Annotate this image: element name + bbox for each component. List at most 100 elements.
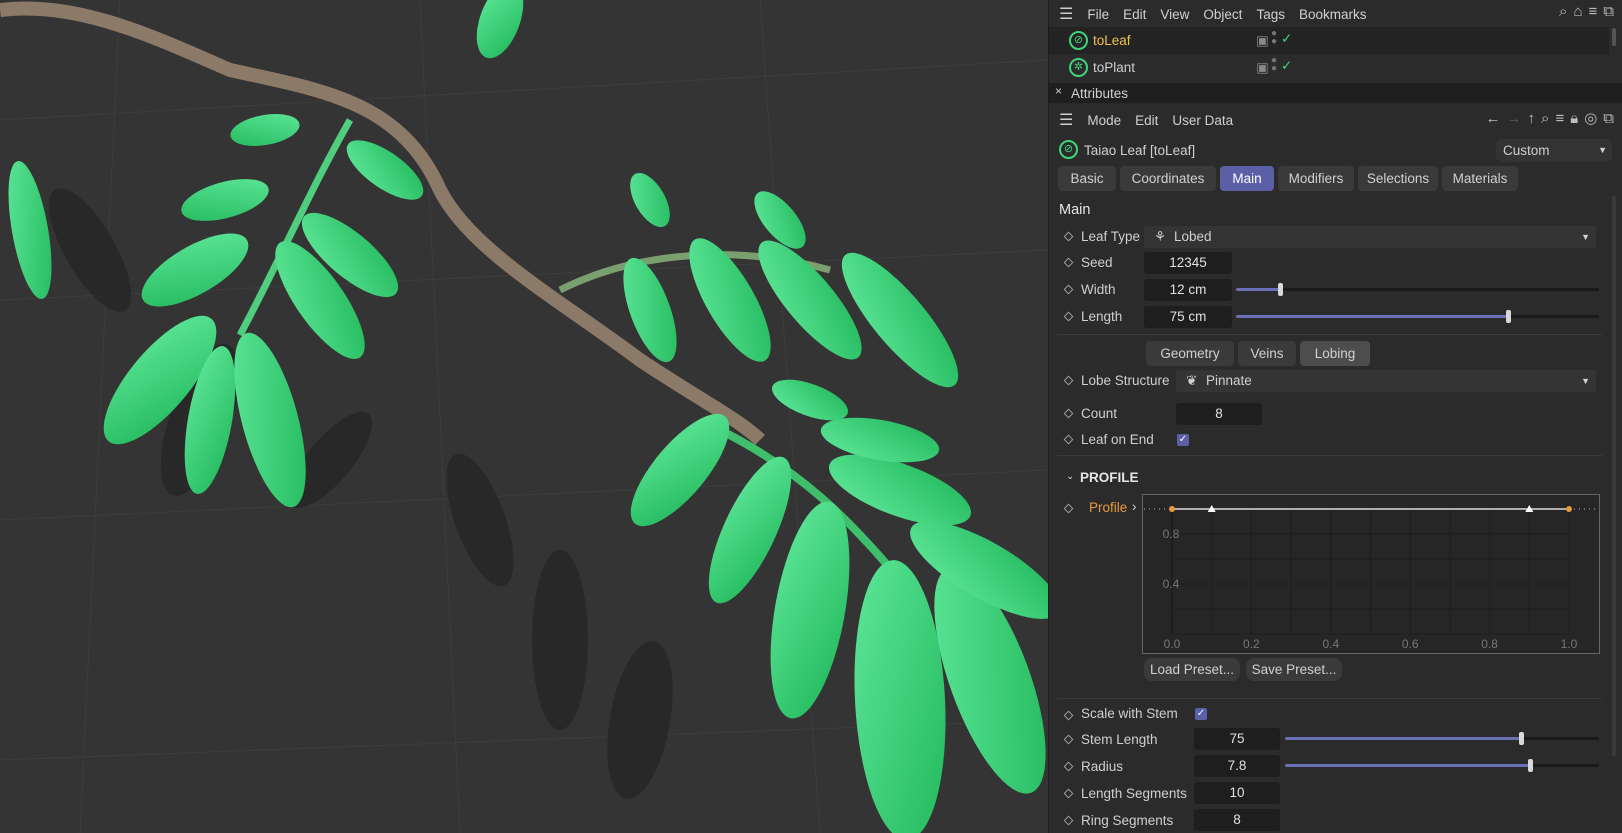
keyframe-diamond-icon[interactable] xyxy=(1063,231,1074,242)
enabled-check-icon[interactable]: ✓ xyxy=(1281,31,1292,47)
keyframe-diamond-icon[interactable] xyxy=(1063,815,1074,826)
back-arrow-icon[interactable]: ← xyxy=(1486,110,1501,127)
keyframe-diamond-icon[interactable] xyxy=(1063,311,1074,322)
menu-user-data[interactable]: User Data xyxy=(1172,113,1233,128)
x-tick-label: 0.8 xyxy=(1481,637,1498,651)
tab-modifiers[interactable]: Modifiers xyxy=(1278,166,1354,191)
tab-materials[interactable]: Materials xyxy=(1442,166,1518,191)
visibility-dots-icon[interactable]: ● ● xyxy=(1271,56,1277,74)
leaf-type-dropdown[interactable]: ⚘ Lobed ▼ xyxy=(1144,226,1596,248)
new-window-icon[interactable]: ⧉ xyxy=(1603,110,1614,127)
3d-viewport[interactable] xyxy=(0,0,1048,833)
keyframe-diamond-icon[interactable] xyxy=(1063,503,1074,514)
width-slider[interactable] xyxy=(1236,283,1599,296)
close-icon[interactable]: × xyxy=(1055,84,1062,98)
hamburger-menu-icon[interactable]: ☰ xyxy=(1059,4,1073,24)
length-input[interactable]: 75 cm xyxy=(1144,306,1232,328)
preset-dropdown[interactable]: Custom ▼ xyxy=(1496,139,1612,162)
leaf-on-end-checkbox[interactable]: ✓ xyxy=(1177,434,1189,446)
subtab-lobing[interactable]: Lobing xyxy=(1300,341,1370,366)
menu-object[interactable]: Object xyxy=(1203,7,1242,22)
save-preset-button[interactable]: Save Preset... xyxy=(1246,658,1342,681)
slider-fill xyxy=(1285,764,1530,767)
lock-icon[interactable]: 🔒︎ xyxy=(1570,110,1578,127)
hamburger-menu-icon[interactable]: ☰ xyxy=(1059,110,1073,130)
scale-with-stem-checkbox[interactable]: ✓ xyxy=(1195,708,1207,720)
attributes-header: × Attributes xyxy=(1049,83,1622,103)
tab-selections[interactable]: Selections xyxy=(1358,166,1438,191)
divider xyxy=(1057,334,1602,335)
ring-segments-input[interactable]: 8 xyxy=(1194,809,1280,831)
menu-mode[interactable]: Mode xyxy=(1087,113,1121,128)
visibility-dots-icon[interactable]: ● ● xyxy=(1271,29,1277,47)
profile-section-heading[interactable]: PROFILE xyxy=(1080,470,1139,485)
count-input[interactable]: 8 xyxy=(1176,403,1262,425)
search-icon[interactable]: ⌕ xyxy=(1559,3,1567,20)
stem-length-slider[interactable] xyxy=(1285,732,1599,745)
label: Length xyxy=(1081,309,1123,324)
home-icon[interactable]: ⌂ xyxy=(1573,3,1582,20)
forward-arrow-icon[interactable]: → xyxy=(1507,110,1522,127)
subtab-veins[interactable]: Veins xyxy=(1238,341,1296,366)
leaf-object-icon: ⊘ xyxy=(1069,31,1088,50)
keyframe-diamond-icon[interactable] xyxy=(1063,734,1074,745)
object-row-toleaf[interactable]: ⊘ toLeaf ▣ ● ● ✓ xyxy=(1049,27,1609,54)
curve-point[interactable] xyxy=(1566,506,1572,512)
menu-bookmarks[interactable]: Bookmarks xyxy=(1299,7,1367,22)
plant-object-icon: ✲ xyxy=(1069,58,1088,77)
filter-icon[interactable]: ≡ xyxy=(1555,110,1564,127)
slider-knob[interactable] xyxy=(1527,759,1533,772)
subtab-geometry[interactable]: Geometry xyxy=(1146,341,1234,366)
enabled-check-icon[interactable]: ✓ xyxy=(1281,58,1292,74)
slider-knob[interactable] xyxy=(1277,283,1283,296)
menu-file[interactable]: File xyxy=(1087,7,1109,22)
keyframe-diamond-icon[interactable] xyxy=(1063,710,1074,721)
attributes-scrollbar[interactable] xyxy=(1612,196,1616,756)
keyframe-diamond-icon[interactable] xyxy=(1063,284,1074,295)
menu-view[interactable]: View xyxy=(1160,7,1189,22)
keyframe-diamond-icon[interactable] xyxy=(1063,408,1074,419)
keyframe-diamond-icon[interactable] xyxy=(1063,257,1074,268)
menu-tags[interactable]: Tags xyxy=(1256,7,1285,22)
edit-tag-icon[interactable]: ▣ xyxy=(1256,33,1269,49)
search-icon[interactable]: ⌕ xyxy=(1541,110,1549,127)
x-tick-label: 0.0 xyxy=(1164,637,1181,651)
width-input[interactable]: 12 cm xyxy=(1144,279,1232,301)
menu-edit[interactable]: Edit xyxy=(1135,113,1158,128)
length-slider[interactable] xyxy=(1236,310,1599,323)
load-preset-button[interactable]: Load Preset... xyxy=(1144,658,1240,681)
edit-tag-icon[interactable]: ▣ xyxy=(1256,60,1269,76)
x-tick-label: 0.4 xyxy=(1322,637,1339,651)
lobe-structure-dropdown[interactable]: ❦ Pinnate ▼ xyxy=(1176,370,1596,392)
expand-chevron-icon[interactable]: › xyxy=(1132,499,1137,514)
seed-input[interactable]: 12345 xyxy=(1144,252,1232,274)
viewport-scene xyxy=(0,0,1048,833)
object-name: toPlant xyxy=(1093,60,1136,75)
length-segments-input[interactable]: 10 xyxy=(1194,782,1280,804)
dropdown-value: Lobed xyxy=(1174,229,1212,244)
tab-main[interactable]: Main xyxy=(1220,166,1274,191)
keyframe-diamond-icon[interactable] xyxy=(1063,375,1074,386)
leaf-object-icon: ⊘ xyxy=(1059,140,1078,159)
tab-coordinates[interactable]: Coordinates xyxy=(1120,166,1216,191)
tab-basic[interactable]: Basic xyxy=(1058,166,1116,191)
slider-knob[interactable] xyxy=(1518,732,1524,745)
curve-point[interactable] xyxy=(1169,506,1175,512)
new-window-icon[interactable]: ⧉ xyxy=(1603,3,1614,20)
slider-knob[interactable] xyxy=(1506,310,1512,323)
collapse-chevron-icon[interactable]: ⌄ xyxy=(1066,471,1074,482)
up-arrow-icon[interactable]: ↑ xyxy=(1528,110,1536,127)
target-icon[interactable]: ◎ xyxy=(1584,110,1597,127)
radius-slider[interactable] xyxy=(1285,759,1599,772)
object-row-toplant[interactable]: ✲ toPlant ▣ ● ● ✓ xyxy=(1049,54,1609,81)
filter-icon[interactable]: ≡ xyxy=(1589,3,1598,20)
keyframe-diamond-icon[interactable] xyxy=(1063,761,1074,772)
om-scrollbar[interactable] xyxy=(1612,28,1616,46)
menu-edit[interactable]: Edit xyxy=(1123,7,1146,22)
profile-spline-graph[interactable]: 0.0 0.2 0.4 0.6 0.8 1.0 0.8 0.4 xyxy=(1142,494,1600,654)
keyframe-diamond-icon[interactable] xyxy=(1063,434,1074,445)
radius-input[interactable]: 7.8 xyxy=(1194,755,1280,777)
stem-length-input[interactable]: 75 xyxy=(1194,728,1280,750)
keyframe-diamond-icon[interactable] xyxy=(1063,788,1074,799)
label: Length Segments xyxy=(1081,786,1187,801)
